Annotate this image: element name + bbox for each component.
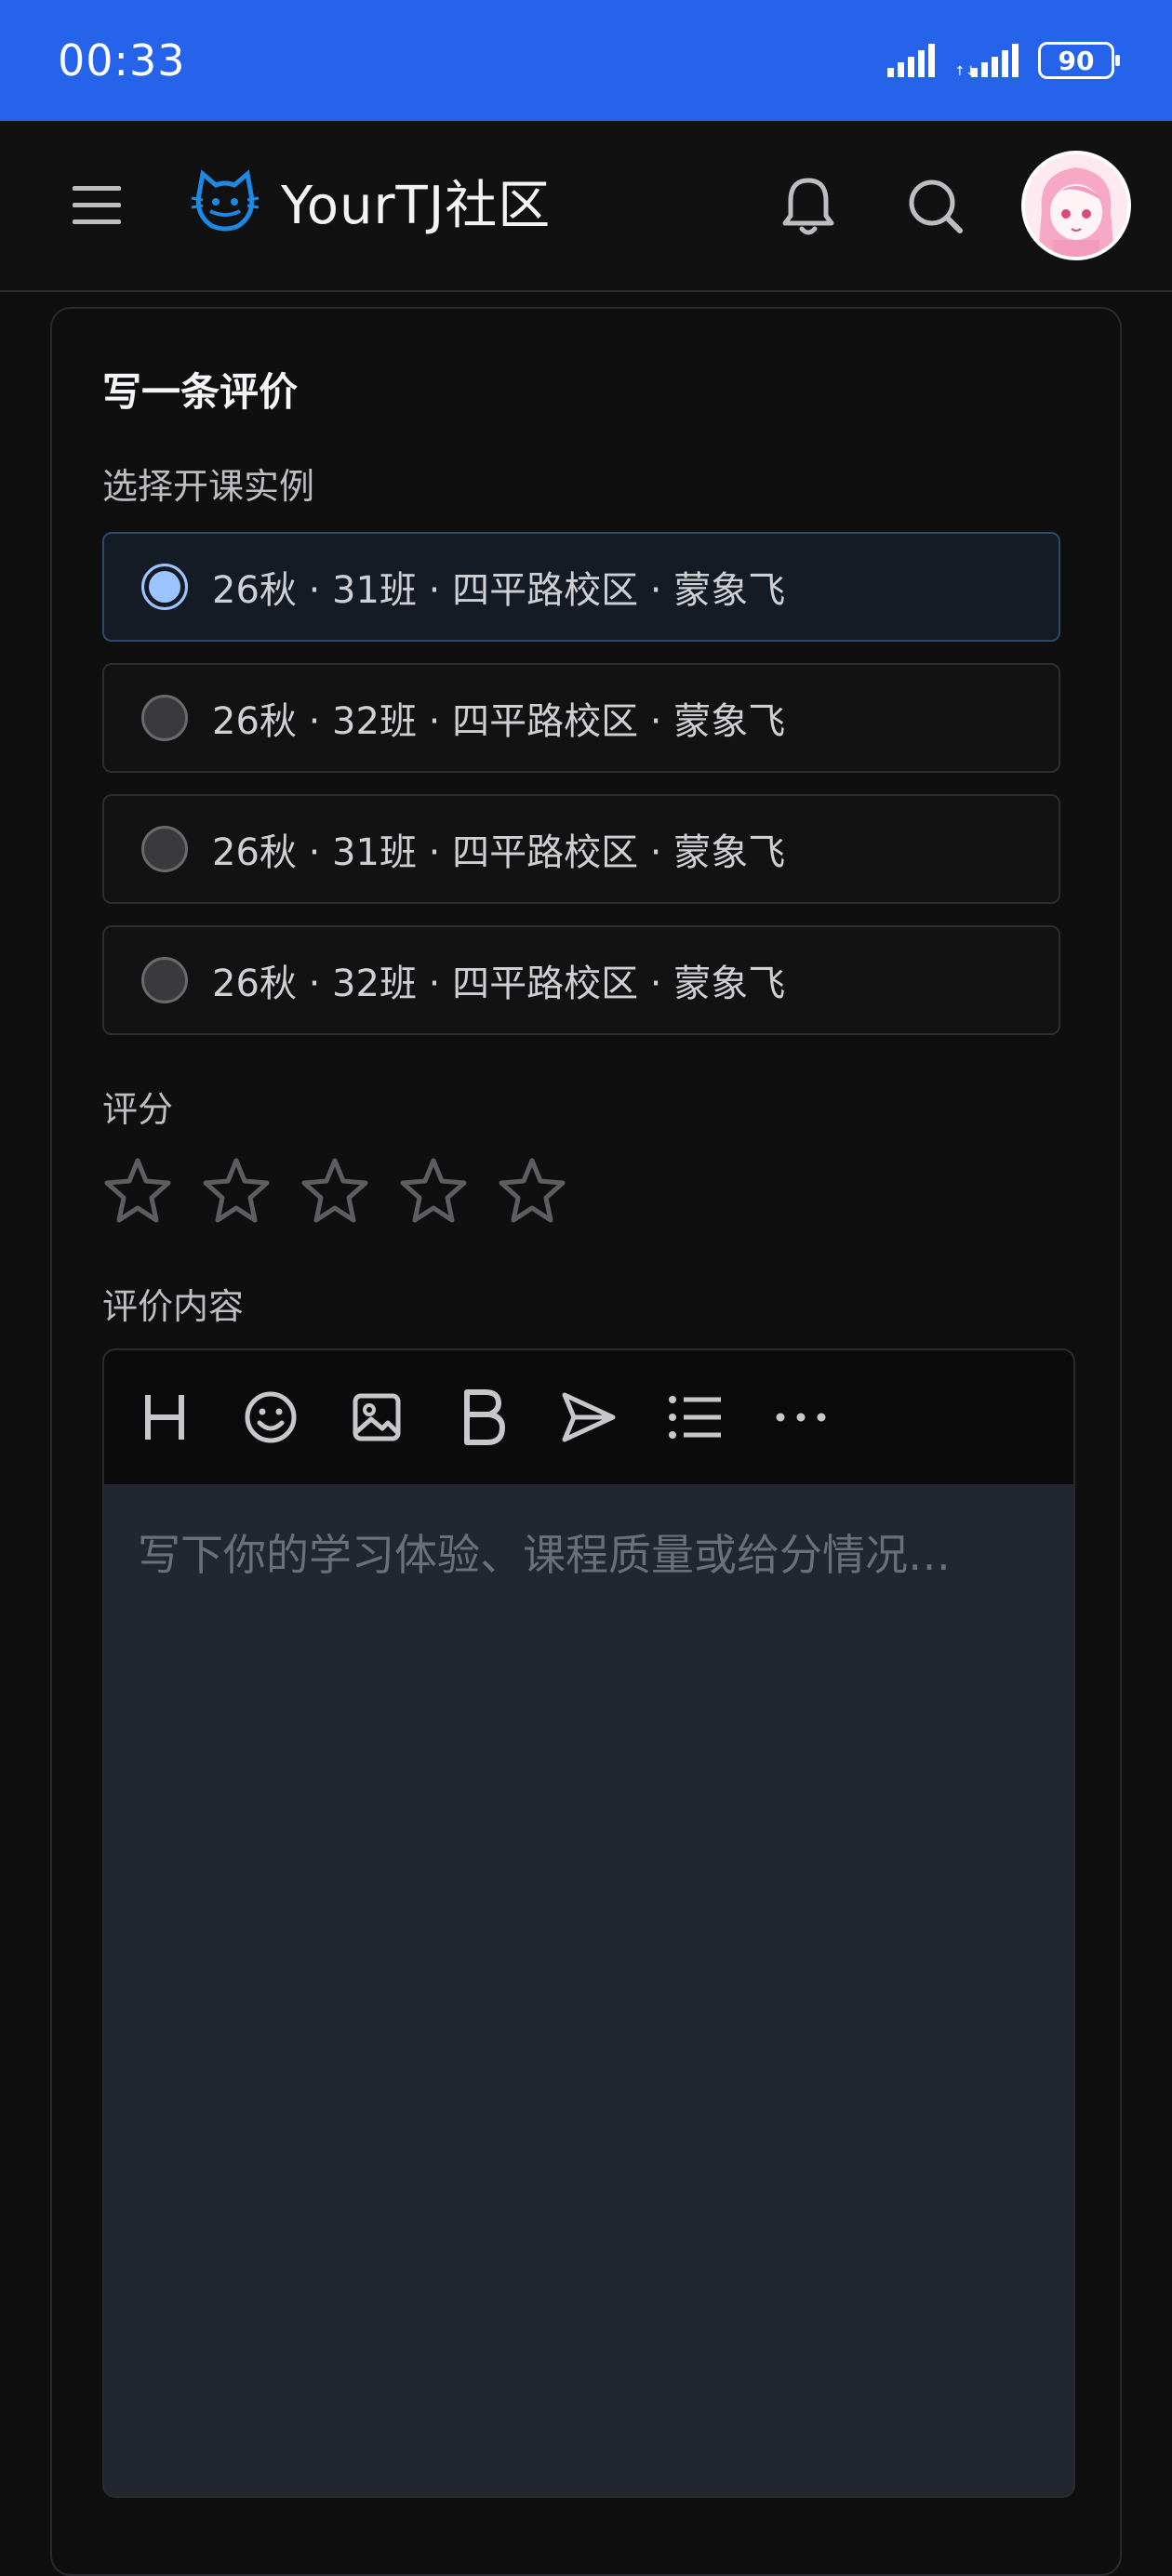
star-icon[interactable] (201, 1155, 272, 1226)
search-icon[interactable] (899, 169, 971, 242)
brand-logo-link[interactable]: YourTJ社区 (190, 164, 551, 239)
image-icon (353, 1393, 401, 1441)
card-title: 写一条评价 (102, 369, 299, 415)
star-icon[interactable] (497, 1155, 567, 1226)
image-button[interactable] (344, 1385, 409, 1450)
instance-option-1[interactable]: 26秋 · 31班 · 四平路校区 · 蒙象飞 (102, 532, 1060, 642)
bold-icon (464, 1389, 505, 1445)
editor-toolbar (104, 1350, 1073, 1484)
send-icon (562, 1392, 616, 1442)
radio-icon[interactable] (141, 826, 188, 872)
rating-label: 评分 (102, 1089, 174, 1130)
review-content-input[interactable] (104, 1484, 1073, 2496)
emoji-button[interactable] (238, 1385, 303, 1450)
list-button[interactable] (662, 1385, 727, 1450)
option-label: 26秋 · 31班 · 四平路校区 · 蒙象飞 (212, 831, 786, 874)
bold-button[interactable] (450, 1385, 515, 1450)
status-icons: ↑↓ 90 (886, 42, 1120, 79)
list-icon (669, 1396, 721, 1439)
radio-icon[interactable] (141, 564, 188, 610)
radio-icon[interactable] (141, 957, 188, 1003)
battery-level: 90 (1058, 45, 1095, 76)
option-label: 26秋 · 32班 · 四平路校区 · 蒙象飞 (212, 963, 786, 1005)
bell-icon[interactable] (772, 169, 845, 242)
option-label: 26秋 · 32班 · 四平路校区 · 蒙象飞 (212, 700, 786, 743)
brand-name: YourTJ社区 (281, 176, 552, 236)
battery-icon: 90 (1038, 42, 1120, 79)
option-label: 26秋 · 31班 · 四平路校区 · 蒙象飞 (212, 569, 786, 612)
app-header: YourTJ社区 (0, 121, 1172, 292)
radio-icon[interactable] (141, 695, 188, 741)
content-label: 评价内容 (102, 1286, 245, 1327)
signal-2-icon: ↑↓ (954, 44, 1019, 79)
emoji-icon (245, 1391, 297, 1443)
star-icon[interactable] (102, 1155, 173, 1226)
menu-icon[interactable] (65, 177, 130, 232)
instance-option-3[interactable]: 26秋 · 31班 · 四平路校区 · 蒙象飞 (102, 794, 1060, 904)
heading-button[interactable] (132, 1385, 197, 1450)
avatar-image (1025, 154, 1127, 257)
instance-label: 选择开课实例 (102, 466, 315, 507)
review-card: 写一条评价 选择开课实例 26秋 · 31班 · 四平路校区 · 蒙象飞 26秋… (50, 307, 1122, 2576)
avatar[interactable] (1021, 151, 1131, 260)
status-bar: 00:33 ↑↓ 90 (0, 0, 1172, 121)
signal-icon (887, 44, 935, 77)
more-icon (776, 1413, 826, 1422)
status-time: 00:33 (58, 35, 186, 86)
review-editor (102, 1348, 1075, 2498)
star-icon[interactable] (300, 1155, 370, 1226)
cat-logo-icon (191, 168, 260, 231)
heading-icon (145, 1395, 184, 1440)
send-button[interactable] (556, 1385, 621, 1450)
star-icon[interactable] (398, 1155, 469, 1226)
instance-option-4[interactable]: 26秋 · 32班 · 四平路校区 · 蒙象飞 (102, 925, 1060, 1035)
instance-option-2[interactable]: 26秋 · 32班 · 四平路校区 · 蒙象飞 (102, 663, 1060, 773)
star-rating[interactable] (102, 1155, 567, 1226)
more-button[interactable] (768, 1385, 833, 1450)
